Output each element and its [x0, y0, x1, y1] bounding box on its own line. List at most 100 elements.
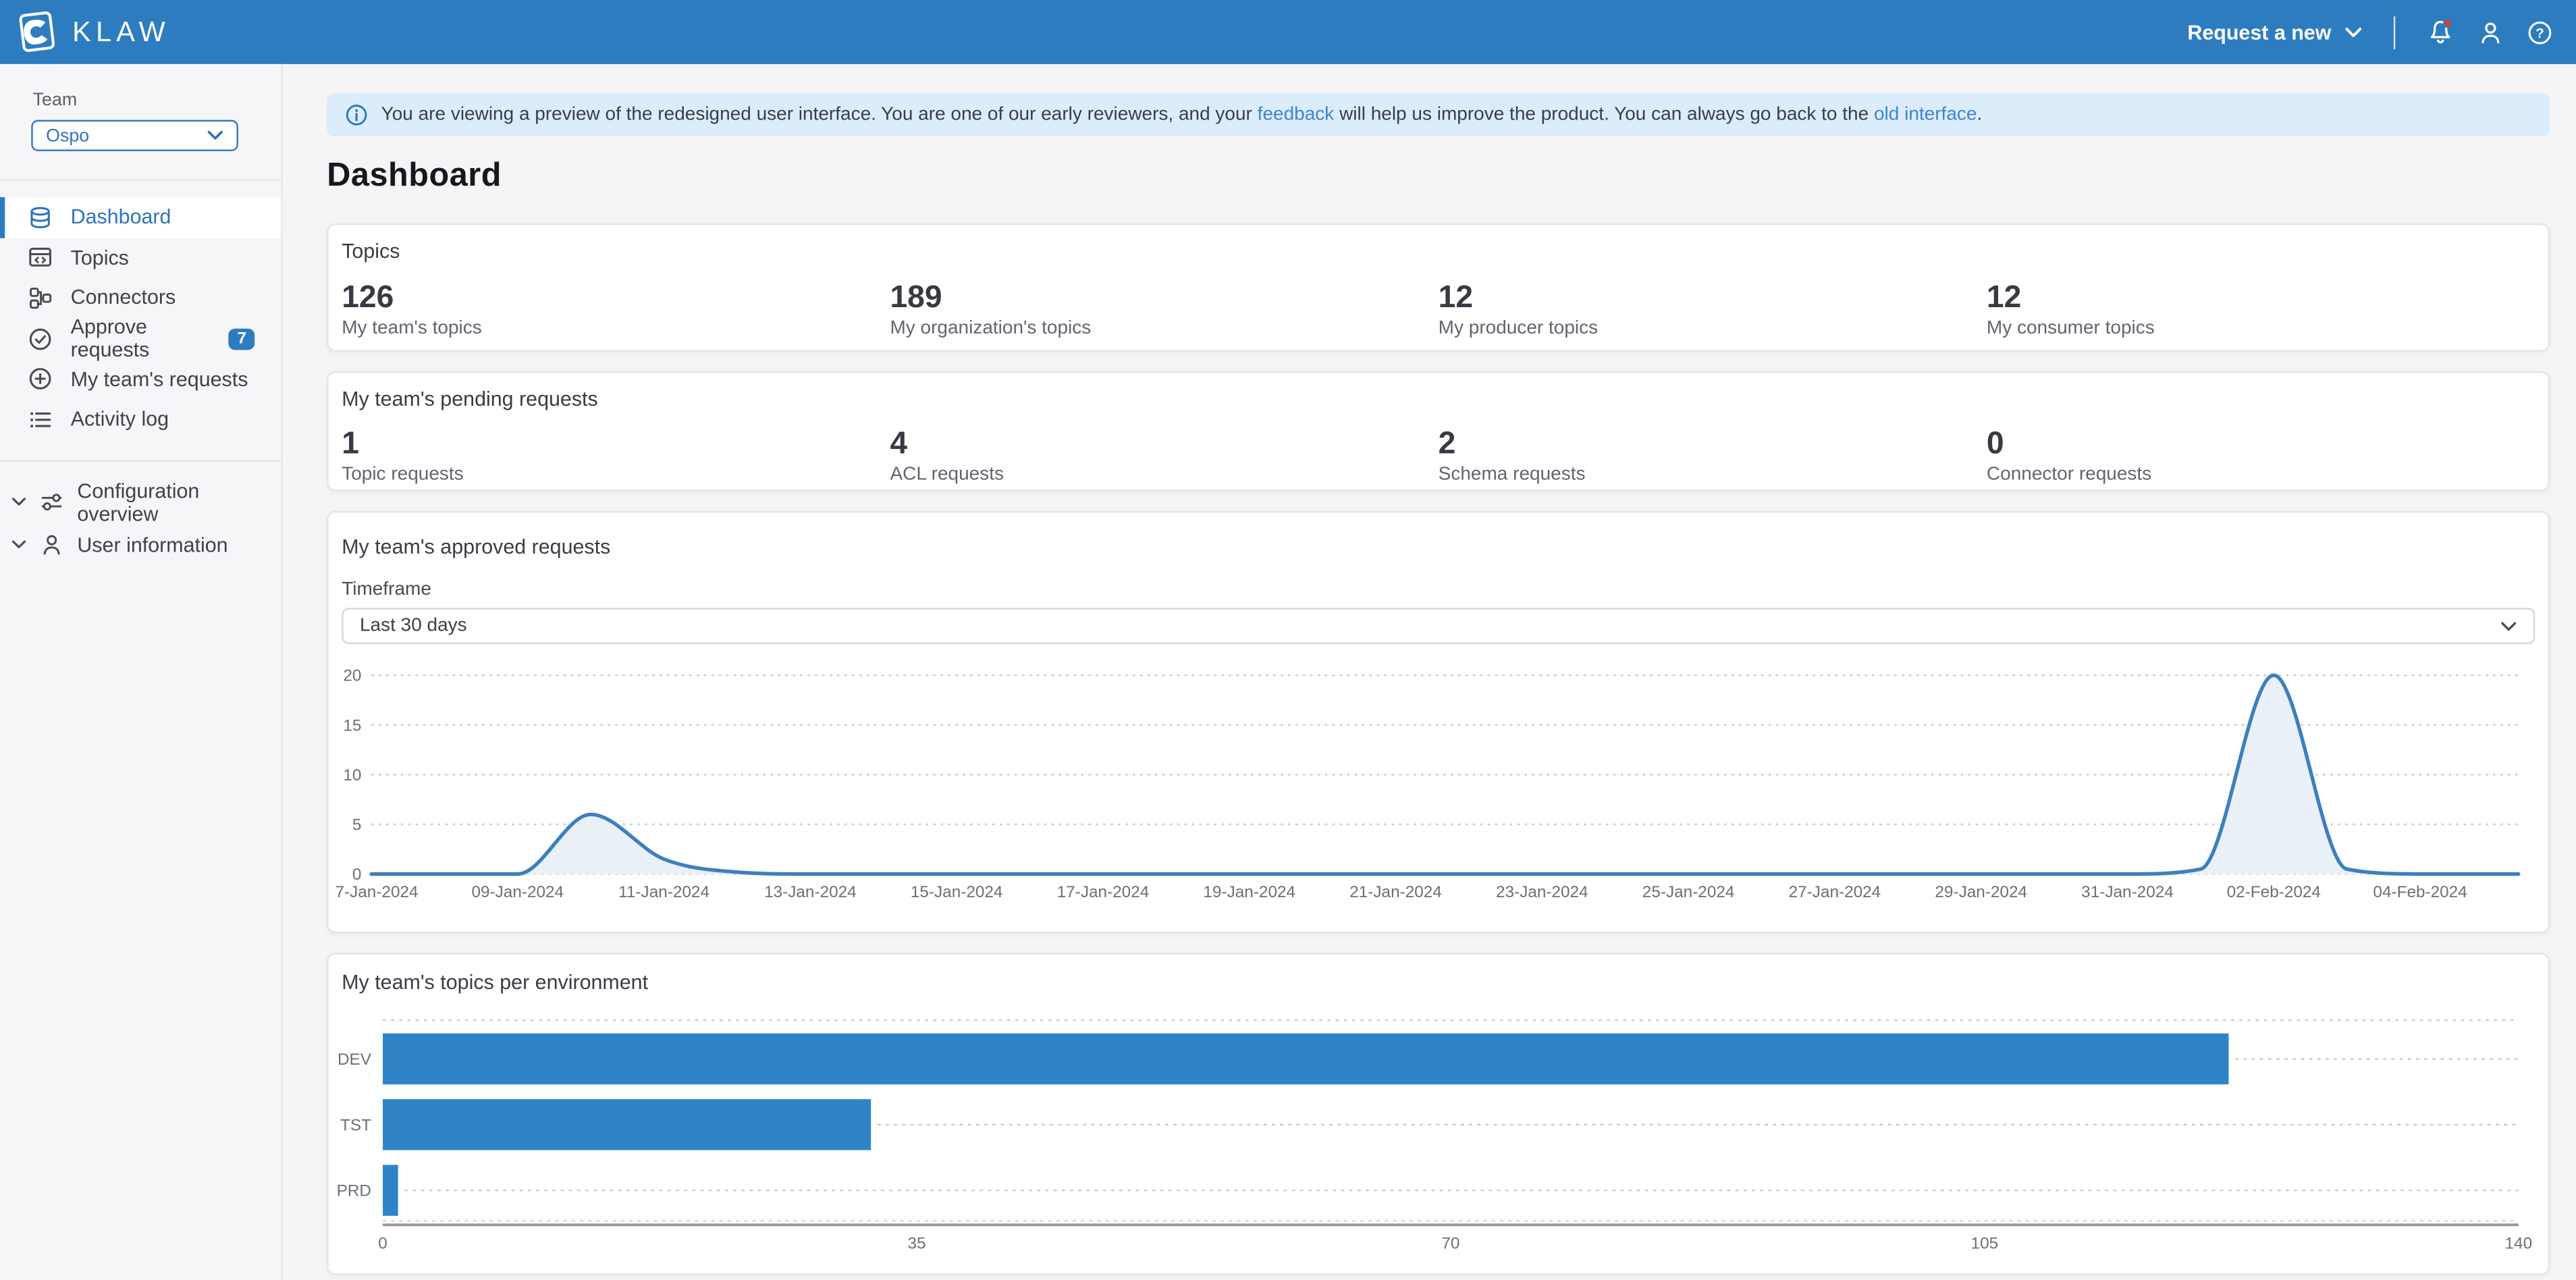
- svg-text:5: 5: [352, 816, 362, 834]
- sidebar-item-approve-requests[interactable]: Approve requests 7: [0, 319, 281, 359]
- feedback-link[interactable]: feedback: [1258, 105, 1335, 125]
- svg-text:20: 20: [343, 667, 361, 685]
- user-icon: [2483, 23, 2498, 42]
- stat-topic-requests: 1 Topic requests: [342, 427, 890, 485]
- klaw-logo-icon: [16, 10, 57, 55]
- svg-text:17-Jan-2024: 17-Jan-2024: [1057, 883, 1150, 901]
- chevron-down-icon: [2344, 26, 2363, 38]
- database-icon: [28, 205, 53, 230]
- stat-label: Connector requests: [1987, 465, 2535, 485]
- sidebar-item-activity-log[interactable]: Activity log: [0, 399, 281, 439]
- card-title: Topics: [342, 240, 2535, 263]
- sidebar-group-configuration-overview[interactable]: Configuration overview: [0, 481, 281, 523]
- svg-text:10: 10: [343, 766, 361, 784]
- sidebar-group-label: User information: [77, 533, 227, 556]
- svg-text:23-Jan-2024: 23-Jan-2024: [1496, 883, 1588, 901]
- request-a-new-button[interactable]: Request a new: [2187, 20, 2362, 43]
- sidebar-item-dashboard[interactable]: Dashboard: [0, 197, 281, 238]
- stat-value: 4: [890, 427, 1438, 462]
- pending-requests-card: My team's pending requests 1 Topic reque…: [327, 371, 2550, 491]
- banner-text: You are viewing a preview of the redesig…: [381, 105, 1983, 125]
- card-title: My team's topics per environment: [342, 971, 2535, 994]
- svg-text:02-Feb-2024: 02-Feb-2024: [2227, 883, 2321, 901]
- banner-text-part: You are viewing a preview of the redesig…: [381, 105, 1258, 125]
- svg-text:70: 70: [1441, 1235, 1459, 1253]
- timeframe-select[interactable]: Last 30 days: [342, 608, 2535, 644]
- stat-label: My producer topics: [1439, 319, 1987, 338]
- sidebar-item-connectors[interactable]: Connectors: [0, 278, 281, 319]
- topbar-divider: [2394, 16, 2395, 49]
- chevron-down-icon: [11, 496, 26, 508]
- old-interface-link[interactable]: old interface: [1874, 105, 1977, 125]
- banner-text-part: .: [1977, 105, 1982, 125]
- sidebar-item-label: Activity log: [71, 408, 169, 431]
- svg-text:15: 15: [343, 716, 361, 735]
- info-icon: [345, 103, 368, 126]
- sidebar-item-topics[interactable]: Topics: [0, 238, 281, 278]
- card-title: My team's pending requests: [342, 388, 2535, 410]
- svg-text:15-Jan-2024: 15-Jan-2024: [911, 883, 1003, 901]
- topics-per-environment-bar-chart: DEVTSTPRD03570105140: [329, 1004, 2552, 1266]
- pending-approvals-badge: 7: [229, 328, 254, 350]
- profile-button[interactable]: [2477, 19, 2504, 45]
- stat-value: 2: [1439, 427, 1987, 462]
- connector-icon: [28, 286, 53, 311]
- stat-label: ACL requests: [890, 465, 1438, 485]
- svg-text:21-Jan-2024: 21-Jan-2024: [1349, 883, 1442, 901]
- check-circle-icon: [28, 326, 53, 351]
- svg-text:TST: TST: [340, 1116, 371, 1134]
- top-navigation-bar: KLAW Request a new: [0, 0, 2576, 64]
- svg-text:0: 0: [352, 865, 362, 884]
- chevron-down-icon: [2500, 620, 2517, 632]
- svg-text:?: ?: [2535, 25, 2544, 41]
- svg-text:04-Feb-2024: 04-Feb-2024: [2373, 883, 2467, 901]
- card-title: My team's approved requests: [342, 535, 2535, 558]
- notification-dot: [2444, 20, 2452, 28]
- klaw-logo[interactable]: KLAW: [16, 10, 170, 55]
- stat-value: 189: [890, 281, 1438, 315]
- sidebar-group-label: Configuration overview: [77, 479, 281, 525]
- sidebar: Team Ospo Dashboard: [0, 64, 283, 1280]
- team-label: Team: [33, 90, 281, 110]
- help-icon: ?: [2529, 22, 2550, 43]
- request-a-new-label: Request a new: [2187, 20, 2331, 43]
- plus-circle-icon: [28, 367, 53, 392]
- svg-text:31-Jan-2024: 31-Jan-2024: [2081, 883, 2174, 901]
- stat-label: Topic requests: [342, 465, 890, 485]
- sidebar-item-label: Connectors: [71, 287, 176, 310]
- stat-value: 126: [342, 281, 890, 315]
- notifications-button[interactable]: [2427, 18, 2454, 46]
- sidebar-item-my-teams-requests[interactable]: My team's requests: [0, 358, 281, 399]
- help-button[interactable]: ?: [2527, 19, 2553, 45]
- approved-requests-line-chart: 051015207-Jan-202409-Jan-202411-Jan-2024…: [329, 654, 2552, 907]
- main-content: You are viewing a preview of the redesig…: [283, 64, 2576, 1280]
- stat-value: 12: [1987, 281, 2535, 315]
- stat-schema-requests: 2 Schema requests: [1439, 427, 1987, 485]
- topics-per-environment-card: My team's topics per environment DEVTSTP…: [327, 953, 2550, 1275]
- stat-value: 1: [342, 427, 890, 462]
- svg-text:DEV: DEV: [338, 1050, 372, 1069]
- team-select[interactable]: Ospo: [31, 120, 238, 151]
- stat-value: 12: [1439, 281, 1987, 315]
- stat-label: My organization's topics: [890, 319, 1438, 338]
- timeframe-label: Timeframe: [342, 580, 2535, 599]
- person-icon: [39, 533, 64, 558]
- topic-icon: [28, 246, 53, 271]
- stat-my-organizations-topics: 189 My organization's topics: [890, 281, 1438, 338]
- preview-info-banner: You are viewing a preview of the redesig…: [327, 94, 2550, 136]
- timeframe-select-value: Last 30 days: [360, 616, 467, 636]
- sidebar-item-label: Dashboard: [71, 206, 171, 229]
- stat-value: 0: [1987, 427, 2535, 462]
- list-icon: [28, 407, 53, 432]
- banner-text-part: will help us improve the product. You ca…: [1334, 105, 1874, 125]
- stat-label: My team's topics: [342, 319, 890, 338]
- sidebar-item-label: My team's requests: [71, 367, 248, 390]
- stat-acl-requests: 4 ACL requests: [890, 427, 1438, 485]
- sidebar-group-user-information[interactable]: User information: [0, 523, 281, 566]
- chevron-down-icon: [11, 539, 26, 550]
- svg-text:19-Jan-2024: 19-Jan-2024: [1203, 883, 1295, 901]
- svg-text:25-Jan-2024: 25-Jan-2024: [1642, 883, 1735, 901]
- svg-text:11-Jan-2024: 11-Jan-2024: [618, 883, 709, 901]
- sidebar-item-label: Approve requests: [71, 315, 211, 361]
- sidebar-item-label: Topics: [71, 246, 129, 269]
